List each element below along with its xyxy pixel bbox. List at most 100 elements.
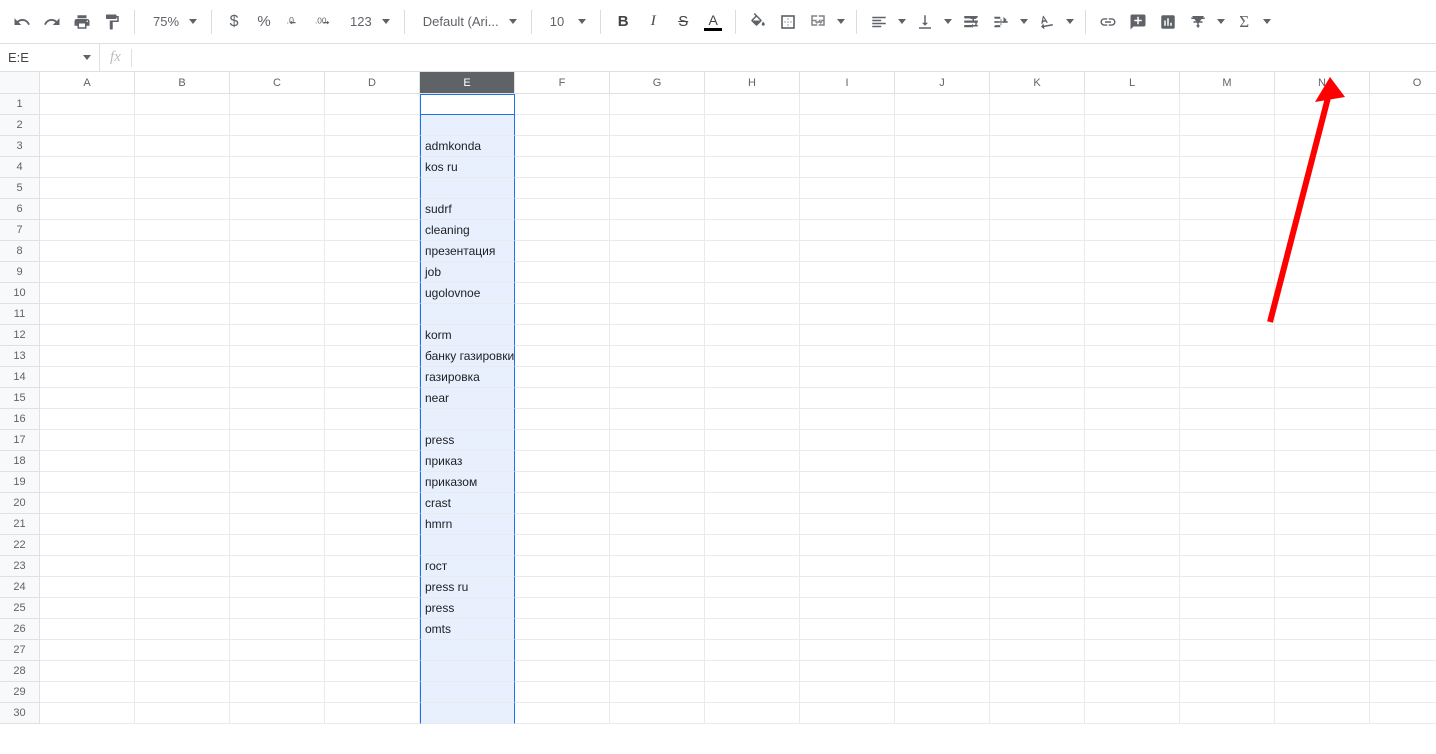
cell-A8[interactable]: [40, 241, 135, 262]
cell-L15[interactable]: [1085, 388, 1180, 409]
row-header-9[interactable]: 9: [0, 262, 40, 283]
cell-grid[interactable]: admkondakos rusudrfcleaningпрезентацияjo…: [40, 94, 1436, 724]
cell-B6[interactable]: [135, 199, 230, 220]
cell-F22[interactable]: [515, 535, 610, 556]
cell-B28[interactable]: [135, 661, 230, 682]
cell-O29[interactable]: [1370, 682, 1436, 703]
cell-O4[interactable]: [1370, 157, 1436, 178]
cell-H18[interactable]: [705, 451, 800, 472]
cell-D15[interactable]: [325, 388, 420, 409]
cell-D27[interactable]: [325, 640, 420, 661]
cell-J24[interactable]: [895, 577, 990, 598]
cell-E5[interactable]: [420, 178, 515, 199]
cell-C10[interactable]: [230, 283, 325, 304]
cell-K12[interactable]: [990, 325, 1085, 346]
text-wrap-button-alt[interactable]: [987, 8, 1015, 36]
cell-I21[interactable]: [800, 514, 895, 535]
cell-E30[interactable]: [420, 703, 515, 724]
cell-L23[interactable]: [1085, 556, 1180, 577]
cell-A19[interactable]: [40, 472, 135, 493]
cell-I1[interactable]: [800, 94, 895, 115]
cell-A4[interactable]: [40, 157, 135, 178]
cell-G21[interactable]: [610, 514, 705, 535]
filter-dropdown[interactable]: [1214, 8, 1228, 36]
row-header-6[interactable]: 6: [0, 199, 40, 220]
cell-D30[interactable]: [325, 703, 420, 724]
cell-J10[interactable]: [895, 283, 990, 304]
cell-D7[interactable]: [325, 220, 420, 241]
cell-L7[interactable]: [1085, 220, 1180, 241]
cell-K7[interactable]: [990, 220, 1085, 241]
cell-H15[interactable]: [705, 388, 800, 409]
insert-link-button[interactable]: [1094, 8, 1122, 36]
horizontal-align-button[interactable]: [865, 8, 893, 36]
cell-N30[interactable]: [1275, 703, 1370, 724]
cell-C21[interactable]: [230, 514, 325, 535]
cell-O2[interactable]: [1370, 115, 1436, 136]
cell-B18[interactable]: [135, 451, 230, 472]
column-header-N[interactable]: N: [1275, 72, 1370, 94]
cell-F18[interactable]: [515, 451, 610, 472]
cell-I3[interactable]: [800, 136, 895, 157]
cell-M3[interactable]: [1180, 136, 1275, 157]
cell-M15[interactable]: [1180, 388, 1275, 409]
cell-C9[interactable]: [230, 262, 325, 283]
cell-A6[interactable]: [40, 199, 135, 220]
halign-dropdown[interactable]: [895, 8, 909, 36]
cell-I4[interactable]: [800, 157, 895, 178]
cell-A26[interactable]: [40, 619, 135, 640]
cell-G3[interactable]: [610, 136, 705, 157]
cell-N22[interactable]: [1275, 535, 1370, 556]
cell-H14[interactable]: [705, 367, 800, 388]
row-header-4[interactable]: 4: [0, 157, 40, 178]
cell-M21[interactable]: [1180, 514, 1275, 535]
cell-H2[interactable]: [705, 115, 800, 136]
cell-L6[interactable]: [1085, 199, 1180, 220]
cell-H25[interactable]: [705, 598, 800, 619]
row-header-15[interactable]: 15: [0, 388, 40, 409]
cell-K6[interactable]: [990, 199, 1085, 220]
cell-B5[interactable]: [135, 178, 230, 199]
cell-E21[interactable]: hmrn: [420, 514, 515, 535]
name-box[interactable]: E:E: [0, 44, 100, 71]
cell-O17[interactable]: [1370, 430, 1436, 451]
cell-F27[interactable]: [515, 640, 610, 661]
cell-F16[interactable]: [515, 409, 610, 430]
cell-A11[interactable]: [40, 304, 135, 325]
cell-E29[interactable]: [420, 682, 515, 703]
cell-F9[interactable]: [515, 262, 610, 283]
cell-L2[interactable]: [1085, 115, 1180, 136]
cell-M10[interactable]: [1180, 283, 1275, 304]
cell-H7[interactable]: [705, 220, 800, 241]
cell-D26[interactable]: [325, 619, 420, 640]
column-header-I[interactable]: I: [800, 72, 895, 94]
cell-O26[interactable]: [1370, 619, 1436, 640]
cell-O1[interactable]: [1370, 94, 1436, 115]
cell-E15[interactable]: near: [420, 388, 515, 409]
cell-N23[interactable]: [1275, 556, 1370, 577]
cell-N10[interactable]: [1275, 283, 1370, 304]
cell-G23[interactable]: [610, 556, 705, 577]
cell-J14[interactable]: [895, 367, 990, 388]
cell-O27[interactable]: [1370, 640, 1436, 661]
cell-C8[interactable]: [230, 241, 325, 262]
cell-J2[interactable]: [895, 115, 990, 136]
cell-H20[interactable]: [705, 493, 800, 514]
row-header-3[interactable]: 3: [0, 136, 40, 157]
cell-E22[interactable]: [420, 535, 515, 556]
column-header-G[interactable]: G: [610, 72, 705, 94]
cell-B10[interactable]: [135, 283, 230, 304]
cell-A30[interactable]: [40, 703, 135, 724]
cell-I12[interactable]: [800, 325, 895, 346]
cell-J23[interactable]: [895, 556, 990, 577]
cell-E1[interactable]: [420, 94, 515, 115]
cell-L11[interactable]: [1085, 304, 1180, 325]
vertical-align-button[interactable]: [911, 8, 939, 36]
cell-A29[interactable]: [40, 682, 135, 703]
cell-D21[interactable]: [325, 514, 420, 535]
cell-C24[interactable]: [230, 577, 325, 598]
cell-B30[interactable]: [135, 703, 230, 724]
cell-D2[interactable]: [325, 115, 420, 136]
cell-I29[interactable]: [800, 682, 895, 703]
cell-H1[interactable]: [705, 94, 800, 115]
